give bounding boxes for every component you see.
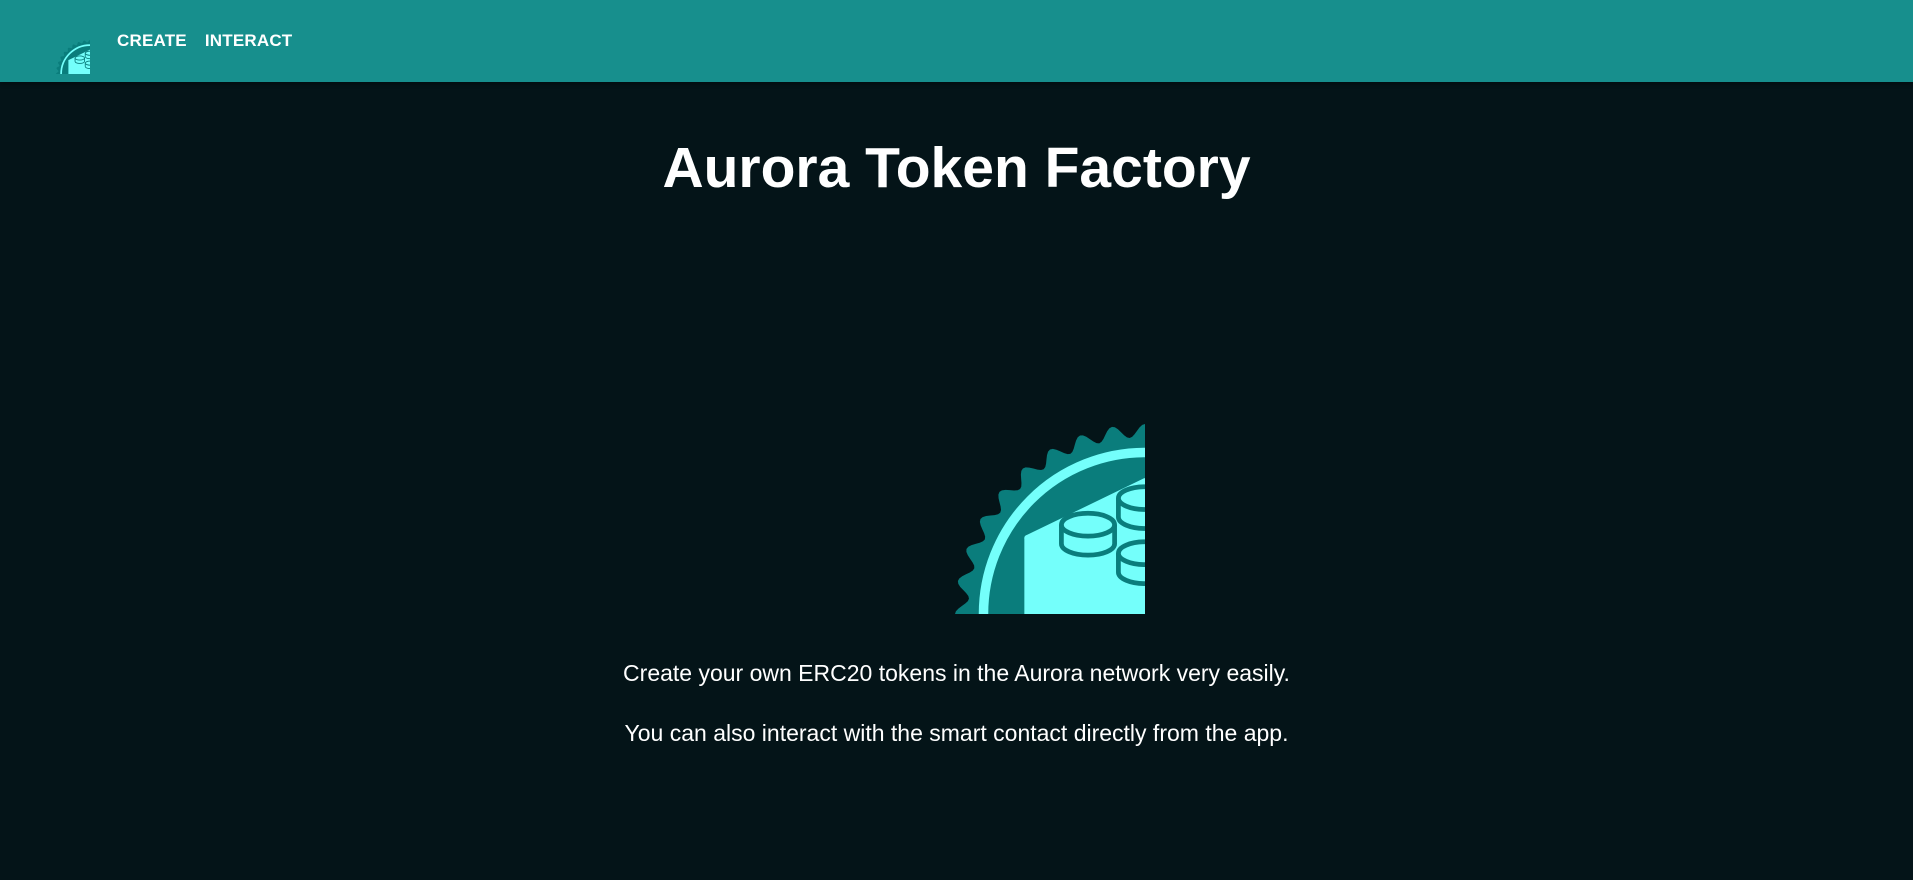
nav-create-link[interactable]: CREATE — [108, 23, 196, 59]
lego-brick-badge-icon — [765, 234, 1145, 614]
interact-paragraph: You can also interact with the smart con… — [624, 720, 1289, 746]
main-content: Aurora Token Factory Create your own ERC… — [0, 82, 1913, 880]
top-navbar: CREATE INTERACT — [0, 0, 1913, 82]
nav-interact-link[interactable]: INTERACT — [196, 23, 302, 59]
lego-brick-badge-icon[interactable] — [22, 6, 90, 74]
intro-paragraph: Create your own ERC20 tokens in the Auro… — [623, 660, 1290, 686]
page-title: Aurora Token Factory — [662, 136, 1251, 200]
nav-links: CREATE INTERACT — [108, 0, 301, 82]
